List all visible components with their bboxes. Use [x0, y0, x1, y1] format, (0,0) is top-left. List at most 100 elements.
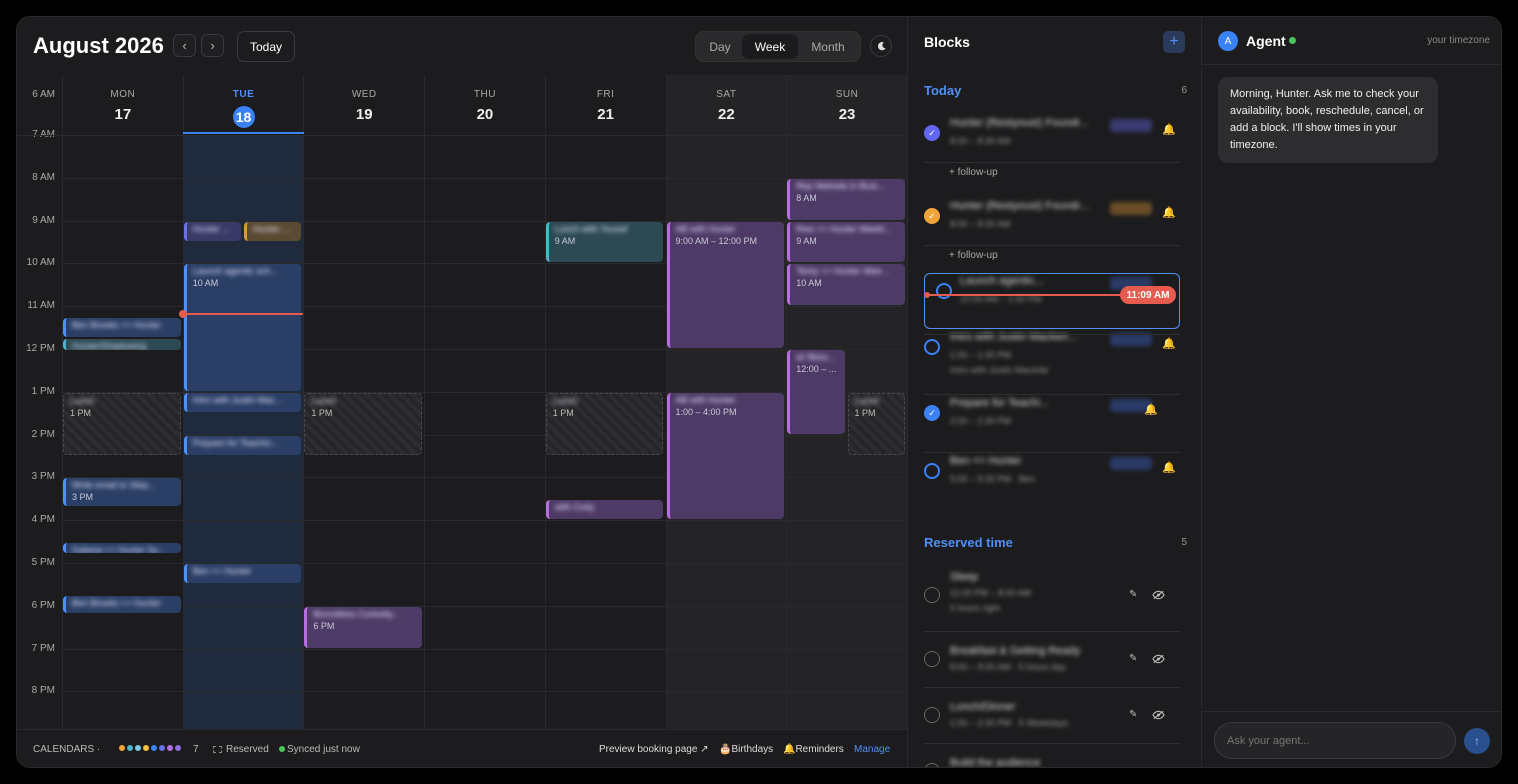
reserved-note: 5 hours right [950, 603, 1001, 613]
agent-avatar: A [1218, 31, 1238, 51]
block-checkbox[interactable]: ✓ [924, 125, 940, 141]
eye-off-icon[interactable] [1152, 590, 1165, 603]
reminder-bell-icon[interactable]: 🔔 [1162, 206, 1176, 219]
calendar-color-dot [143, 745, 149, 751]
day-header-mon[interactable]: MON 17 [62, 75, 183, 135]
calendar-event[interactable]: Lunch with Yousef 9 AM [545, 221, 664, 263]
reserved-checkbox[interactable] [924, 763, 940, 767]
add-follow-up-link[interactable]: + follow-up [949, 167, 998, 178]
calendar-event[interactable]: Intro with Justin Mac... [183, 392, 302, 413]
calendar-event[interactable]: Ben <> Hunter [183, 564, 302, 584]
calendar-event[interactable]: with Cody [545, 499, 664, 520]
add-follow-up-link[interactable]: + follow-up [949, 250, 998, 261]
reserved-block[interactable]: Lunch 1 PM [304, 392, 423, 455]
calendars-label[interactable]: CALENDARS · [33, 744, 100, 755]
today-block-item[interactable]: ✓ Hunter (Restyoust) Foundr... 8:00 – 8:30… [924, 117, 1180, 163]
check-icon: ✓ [928, 407, 936, 418]
day-header-thu[interactable]: THU 20 [424, 75, 545, 135]
view-week-button[interactable]: Week [742, 34, 798, 59]
calendar-event[interactable]: Hunter ... [183, 221, 242, 241]
reserved-block[interactable]: Lunch 1 PM [847, 392, 905, 455]
calendar-color-dot [135, 745, 141, 751]
today-block-item[interactable]: Ben <> Hunter 5:00 – 5:30 PM · Ben 🔔 [924, 455, 1180, 501]
prev-week-button[interactable]: ‹ [173, 34, 196, 57]
pencil-icon[interactable]: ✎ [1129, 709, 1137, 720]
reserved-block[interactable]: Lunch 1 PM [63, 392, 181, 455]
agent-input[interactable] [1214, 722, 1456, 759]
calendar-event[interactable]: Write email to Step... 3 PM [63, 478, 181, 507]
day-header-sun[interactable]: SUN 23 [786, 75, 907, 135]
reserved-block-item[interactable]: Build the audience [924, 757, 1180, 767]
calendar-event[interactable]: Galaxia <> Hunter Sy... [63, 542, 181, 554]
day-header-wed[interactable]: WED 19 [303, 75, 424, 135]
add-block-button[interactable]: + [1163, 31, 1185, 53]
preview-booking-link[interactable]: Preview booking page ↗ [599, 744, 709, 755]
day-number: 18 [184, 106, 304, 128]
today-button[interactable]: Today [237, 31, 295, 62]
reserved-block-item[interactable]: Lunch/Dinner 1:00 – 2:30 PM · 5 Weekdays ✎ [924, 701, 1180, 741]
pencil-icon[interactable]: ✎ [1129, 653, 1137, 664]
hour-label: 7 PM [31, 642, 55, 654]
block-checkbox[interactable]: ✓ [924, 208, 940, 224]
calendar-event[interactable]: Hunter/Shadowing [63, 339, 181, 351]
calendar-event[interactable]: Ben Brooks <> Hunter [63, 596, 181, 614]
reserved-toggle[interactable]: Reserved [213, 744, 269, 755]
reminder-bell-icon[interactable]: 🔔 [1162, 337, 1176, 350]
hour-label: 6 AM [32, 89, 55, 100]
reserved-checkbox[interactable] [924, 587, 940, 603]
calendar-event[interactable]: Hunter ... [244, 221, 302, 241]
reserved-time: 1:00 – 2:30 PM · 5 Weekdays [950, 718, 1069, 728]
next-week-button[interactable]: › [201, 34, 224, 57]
day-header-sat[interactable]: SAT 22 [665, 75, 787, 135]
divider [924, 452, 1180, 453]
day-header-fri[interactable]: FRI 21 [544, 75, 666, 135]
view-day-button[interactable]: Day [698, 34, 742, 59]
today-block-item[interactable]: Intro with Justin Macken... 1:00 – 1:30 P… [924, 331, 1180, 377]
pencil-icon[interactable]: ✎ [1129, 589, 1137, 600]
event-title: Terey <> Hunter Wee... [796, 266, 890, 277]
blocks-title: Blocks [924, 34, 970, 50]
event-time: 12:00 – ... [796, 364, 837, 374]
calendar-color-dots[interactable] [119, 743, 183, 754]
block-checkbox[interactable] [924, 463, 940, 479]
manage-link[interactable]: Manage [854, 744, 890, 755]
reserved-block-item[interactable]: Breakfast & Getting Ready 8:00 – 9:00 AM … [924, 645, 1180, 685]
view-month-button[interactable]: Month [798, 34, 858, 59]
hour-gridline [62, 648, 907, 650]
hour-gridline [62, 520, 907, 522]
reserved-checkbox[interactable] [924, 651, 940, 667]
calendar-event[interactable]: Rep Website in Busi... 8 AM [787, 178, 905, 220]
block-checkbox[interactable]: ✓ [924, 405, 940, 421]
reserved-checkbox[interactable] [924, 707, 940, 723]
eye-off-icon[interactable] [1152, 710, 1165, 723]
reminders-toggle[interactable]: 🔔Reminders [783, 744, 844, 755]
send-button[interactable]: ↑ [1464, 728, 1490, 754]
calendar-pane: August 2026 ‹ › Today Day Week Month 6 A… [17, 17, 908, 767]
calendar-event[interactable]: Terey <> Hunter Wee... 10 AM [787, 264, 905, 306]
calendar-event[interactable]: Launch agentic sch... 10 AM [183, 264, 302, 391]
reserved-block-item[interactable]: Sleep 11:00 PM – 8:00 AM 5 hours right ✎ [924, 571, 1180, 613]
calendar-event[interactable]: Rwo <> Hunter Weekl... 9 AM [787, 221, 905, 263]
day-header-tue[interactable]: TUE 18 [182, 75, 304, 135]
block-checkbox[interactable] [924, 339, 940, 355]
reminder-bell-icon[interactable]: 🔔 [1162, 123, 1176, 136]
calendar-event[interactable]: AB with Hunter 1:00 – 4:00 PM [666, 392, 785, 520]
hour-gridline [62, 691, 907, 693]
hour-label: 10 AM [26, 257, 55, 269]
today-block-item[interactable]: ✓ Prepare for Teachi... 2:00 – 2:30 PM 🔔 [924, 397, 1180, 443]
calendar-event[interactable]: w/ Bess... 12:00 – ... [787, 350, 845, 434]
calendar-event[interactable]: Ben Brooks <> Hunter [63, 317, 181, 338]
reminder-bell-icon[interactable]: 🔔 [1144, 403, 1158, 416]
today-block-item[interactable]: ✓ Hunter (Restyoust) Foundr... 8:00 – 8:30… [924, 200, 1180, 246]
theme-toggle-button[interactable] [870, 35, 892, 57]
event-time: 8 AM [796, 192, 817, 203]
reminder-bell-icon[interactable]: 🔔 [1162, 461, 1176, 474]
eye-off-icon[interactable] [1152, 654, 1165, 667]
calendar-event[interactable]: Boundless Curiosity... 6 PM [304, 606, 423, 648]
day-name: MON [110, 89, 136, 100]
reserved-block[interactable]: Lunch 1 PM [545, 392, 664, 455]
calendar-event[interactable]: Prepare for Teachin... [183, 435, 302, 455]
event-time: 1 PM [552, 407, 574, 418]
birthdays-toggle[interactable]: 🎂Birthdays [719, 744, 773, 755]
calendar-event[interactable]: AB with Hunter 9:00 AM – 12:00 PM [666, 221, 785, 348]
